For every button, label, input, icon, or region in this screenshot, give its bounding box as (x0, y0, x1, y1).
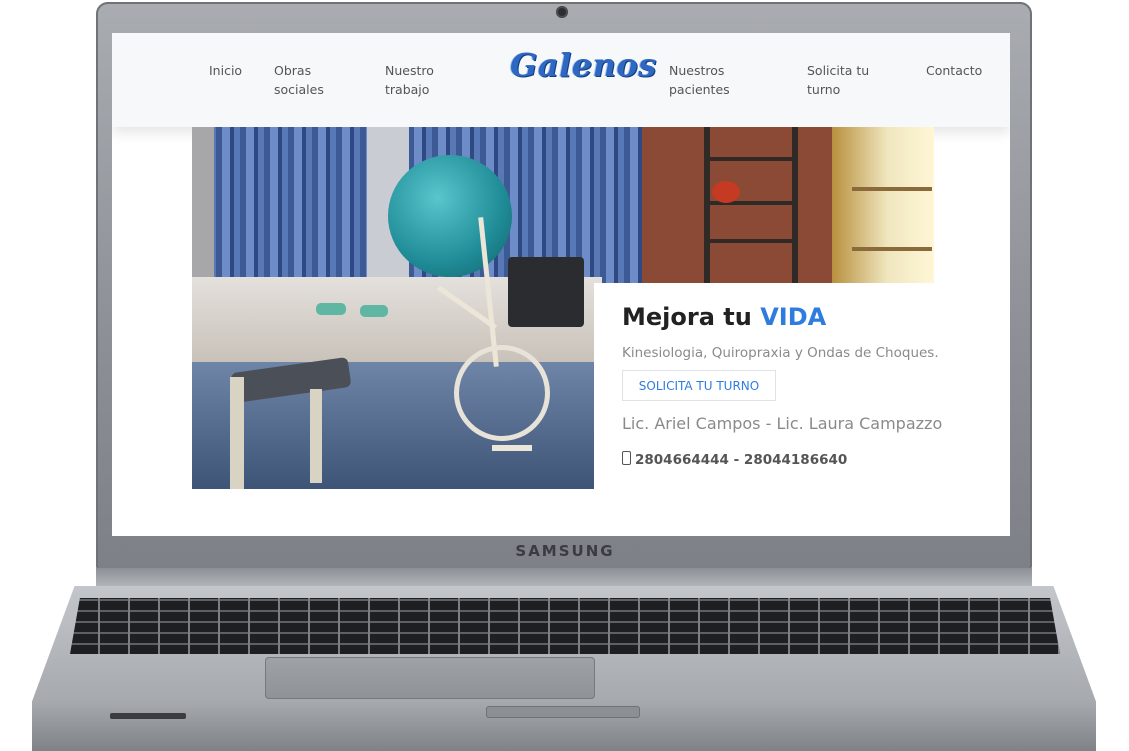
laptop-screen: Inicio Obras sociales Nuestro trabajo Ga… (112, 33, 1010, 536)
wall-bars (704, 127, 710, 283)
black-chair (508, 257, 584, 327)
hero-title-main: Mejora tu (622, 303, 761, 331)
laptop-keyboard (70, 598, 1060, 654)
fitness-ball (388, 155, 512, 277)
bench-leg (230, 377, 244, 489)
hero-subtitle: Kinesiologia, Quiropraxia y Ondas de Cho… (622, 345, 939, 361)
solicita-turno-button[interactable]: SOLICITA TU TURNO (622, 370, 776, 401)
site-logo[interactable]: Galenos (510, 46, 657, 84)
phone-numbers[interactable]: 2804664444 - 28044186640 (622, 451, 847, 468)
window-bar (852, 247, 932, 251)
laptop-front-notch (486, 706, 640, 718)
professional-names: Lic. Ariel Campos - Lic. Laura Campazzo (622, 414, 943, 433)
hero-title: Mejora tu VIDA (622, 303, 826, 331)
laptop-trackpad (265, 657, 595, 699)
site-navbar: Inicio Obras sociales Nuestro trabajo Ga… (112, 33, 1010, 127)
laptop-brand-label: SAMSUNG (515, 542, 615, 560)
wall-bar-rung (704, 201, 798, 205)
bike-wheel (454, 345, 550, 441)
wall-bar-rung (704, 239, 798, 243)
wall-bars (792, 127, 798, 283)
hero-title-accent: VIDA (760, 303, 827, 331)
laptop-indicator-slot (110, 713, 186, 719)
wall-bar-rung (704, 157, 798, 161)
window-bar (852, 187, 932, 191)
bench-leg (310, 389, 322, 483)
hero-info-card: Mejora tu VIDA Kinesiologia, Quiropraxia… (594, 283, 1010, 536)
nav-link-solicita-turno[interactable]: Solicita tu turno (807, 61, 927, 99)
bike-base (492, 445, 532, 451)
bike-handle (360, 305, 388, 317)
bright-window (832, 127, 934, 283)
nav-link-nuestros-pacientes[interactable]: Nuestros pacientes (669, 61, 789, 99)
webcam-icon (556, 6, 568, 18)
mobile-phone-icon (622, 451, 631, 465)
nav-link-nuestro-trabajo[interactable]: Nuestro trabajo (385, 61, 505, 99)
red-medicine-ball (712, 181, 740, 203)
phone-numbers-text: 2804664444 - 28044186640 (635, 452, 848, 468)
nav-link-contacto[interactable]: Contacto (926, 61, 1010, 80)
nav-link-obras-sociales[interactable]: Obras sociales (274, 61, 394, 99)
bike-handle (316, 303, 346, 315)
